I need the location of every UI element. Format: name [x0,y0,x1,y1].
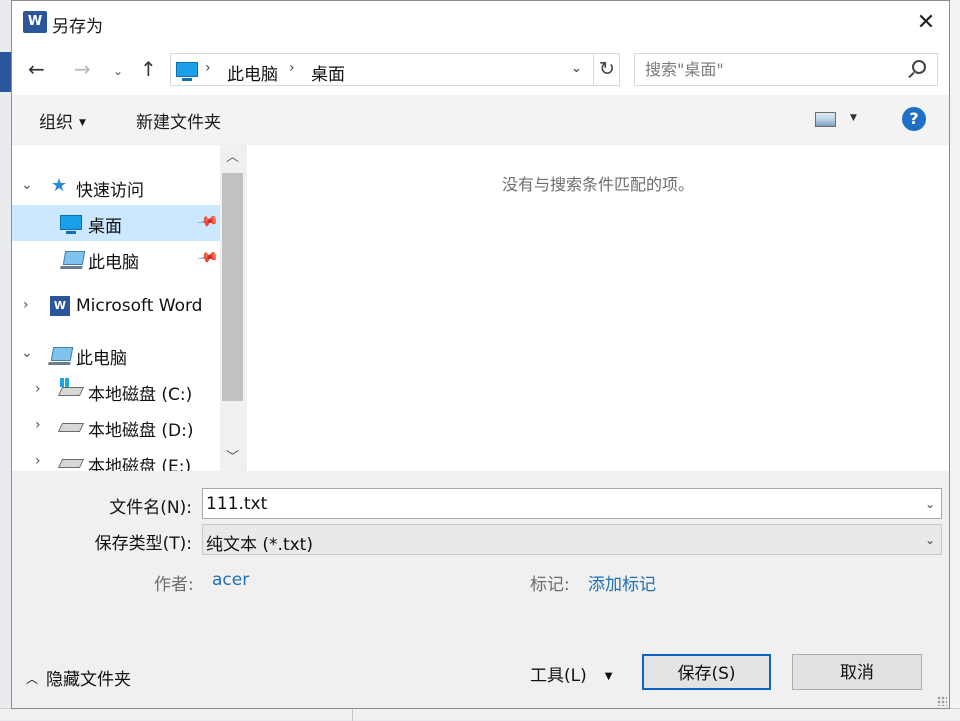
star-icon: ★ [51,175,68,196]
tree-item-desktop[interactable]: 桌面 📌 [12,205,220,241]
view-options-icon[interactable] [815,112,836,127]
chevron-right-icon[interactable]: › [35,417,41,433]
tree-item-microsoft-word[interactable]: › W Microsoft Word [12,289,220,325]
chevron-down-icon[interactable]: ⌄ [21,345,33,361]
tree-item-drive-e[interactable]: › 本地磁盘 (E:) [12,445,220,471]
chevron-right-icon[interactable]: › [35,381,41,397]
organize-caret-icon: ▼ [79,118,86,128]
address-bar[interactable]: › 此电脑 › 桌面 ⌄ ↻ [170,53,620,86]
word-icon: W [50,296,70,316]
filetype-value: 纯文本 (*.txt) [206,535,313,555]
refresh-icon: ↻ [599,58,615,80]
navigation-bar: ← → ⌄ ↑ › 此电脑 › 桌面 ⌄ ↻ [12,45,949,95]
scroll-down-icon[interactable]: ﹀ [220,445,245,471]
close-button[interactable]: ✕ [903,1,949,45]
background-window-edge [950,0,960,720]
tree-item-this-pc[interactable]: ⌄ 此电脑 [12,337,220,373]
empty-results-message: 没有与搜索条件匹配的项。 [501,175,694,194]
tree-item-label: Microsoft Word [76,296,203,316]
background-window-statusbar [0,708,960,721]
tree-item-label: 此电脑 [88,253,139,273]
filetype-select[interactable]: 纯文本 (*.txt) ⌄ [202,524,942,555]
pin-icon: 📌 [195,210,220,234]
tree-item-label: 本地磁盘 (D:) [88,421,194,441]
background-window-accent [0,52,11,92]
chevron-down-icon[interactable]: ⌄ [925,497,935,511]
tree-item-drive-d[interactable]: › 本地磁盘 (D:) [12,409,220,445]
filetype-label: 保存类型(T): [94,534,192,554]
tree-item-drive-c[interactable]: › 本地磁盘 (C:) [12,373,220,409]
drive-icon [57,423,85,432]
view-options-caret-icon[interactable]: ▼ [850,113,857,123]
cancel-button[interactable]: 取消 [792,654,922,690]
breadcrumb-separator: › [205,60,211,76]
tools-menu[interactable]: 工具(L) ▼ [530,661,612,686]
word-app-icon: W [23,11,51,33]
toolbar: 组织 ▼ 新建文件夹 ▼ ? [12,95,949,143]
chevron-down-icon[interactable]: ⌄ [925,533,935,547]
resize-grip[interactable] [937,696,947,706]
filename-value: 111.txt [206,494,268,514]
breadcrumb-separator: › [289,60,295,76]
desktop-folder-icon [176,62,198,81]
search-input[interactable] [635,54,901,85]
tree-item-quick-access[interactable]: ⌄ ★ 快速访问 [12,169,220,205]
hide-folders-button[interactable]: ︿ 隐藏文件夹 [26,665,131,690]
chevron-down-icon[interactable]: ⌄ [21,177,33,193]
tags-label: 标记: [530,575,570,595]
navigation-pane-scrollbar[interactable]: ︿ ﹀ [220,145,245,471]
close-icon: ✕ [916,10,936,35]
tree-item-label: 本地磁盘 (E:) [88,457,192,471]
title-bar: W 另存为 ✕ [12,1,949,45]
statusbar-divider [352,709,353,721]
tools-caret-icon: ▼ [604,671,613,682]
tree-item-label: 本地磁盘 (C:) [88,385,193,405]
save-as-dialog: W 另存为 ✕ ← → ⌄ ↑ › 此电脑 › 桌面 ⌄ ↻ 组织 ▼ 新建文件夹… [11,0,950,709]
filename-field[interactable]: 111.txt ⌄ [202,488,942,519]
dialog-title: 另存为 [52,17,103,37]
back-button[interactable]: ← [28,57,45,81]
up-button[interactable]: ↑ [140,57,157,81]
chevron-up-icon: ︿ [26,672,39,686]
save-button[interactable]: 保存(S) [642,654,771,690]
help-icon[interactable]: ? [902,107,926,131]
scroll-thumb[interactable] [222,173,243,401]
filename-label: 文件名(N): [109,498,192,518]
computer-icon [62,251,86,265]
breadcrumb-desktop[interactable]: 桌面 [311,60,345,85]
organize-menu[interactable]: 组织 ▼ [39,108,86,133]
drive-icon [57,459,85,468]
organize-label: 组织 [39,113,73,133]
new-folder-button[interactable]: 新建文件夹 [136,108,221,133]
navigation-pane: ⌄ ★ 快速访问 桌面 📌 此电脑 📌 › W Microsoft Word ⌄… [12,145,245,471]
file-list-pane[interactable]: 没有与搜索条件匹配的项。 [247,145,949,471]
address-dropdown-icon[interactable]: ⌄ [571,61,582,76]
tree-item-label: 此电脑 [76,349,127,369]
windows-logo-icon [60,378,69,387]
drive-icon [57,387,85,396]
tools-label: 工具(L) [530,666,587,686]
chevron-right-icon[interactable]: › [35,453,41,469]
tree-item-this-pc-quick[interactable]: 此电脑 📌 [12,241,220,277]
scroll-up-icon[interactable]: ︿ [220,145,245,171]
tree-item-label: 快速访问 [76,181,144,201]
chevron-right-icon[interactable]: › [23,297,29,313]
search-box[interactable] [634,53,938,86]
breadcrumb-this-pc[interactable]: 此电脑 [227,60,278,85]
tree-item-label: 桌面 [88,217,122,237]
search-icon[interactable] [912,60,926,74]
refresh-button[interactable]: ↻ [593,54,620,85]
pin-icon: 📌 [195,246,220,270]
computer-icon [50,347,74,361]
forward-button[interactable]: → [74,57,91,81]
hide-folders-label: 隐藏文件夹 [46,670,132,690]
author-value[interactable]: acer [212,570,249,590]
recent-locations-button[interactable]: ⌄ [113,59,123,83]
desktop-icon [60,215,82,234]
tags-value[interactable]: 添加标记 [588,570,656,595]
author-label: 作者: [154,575,194,595]
